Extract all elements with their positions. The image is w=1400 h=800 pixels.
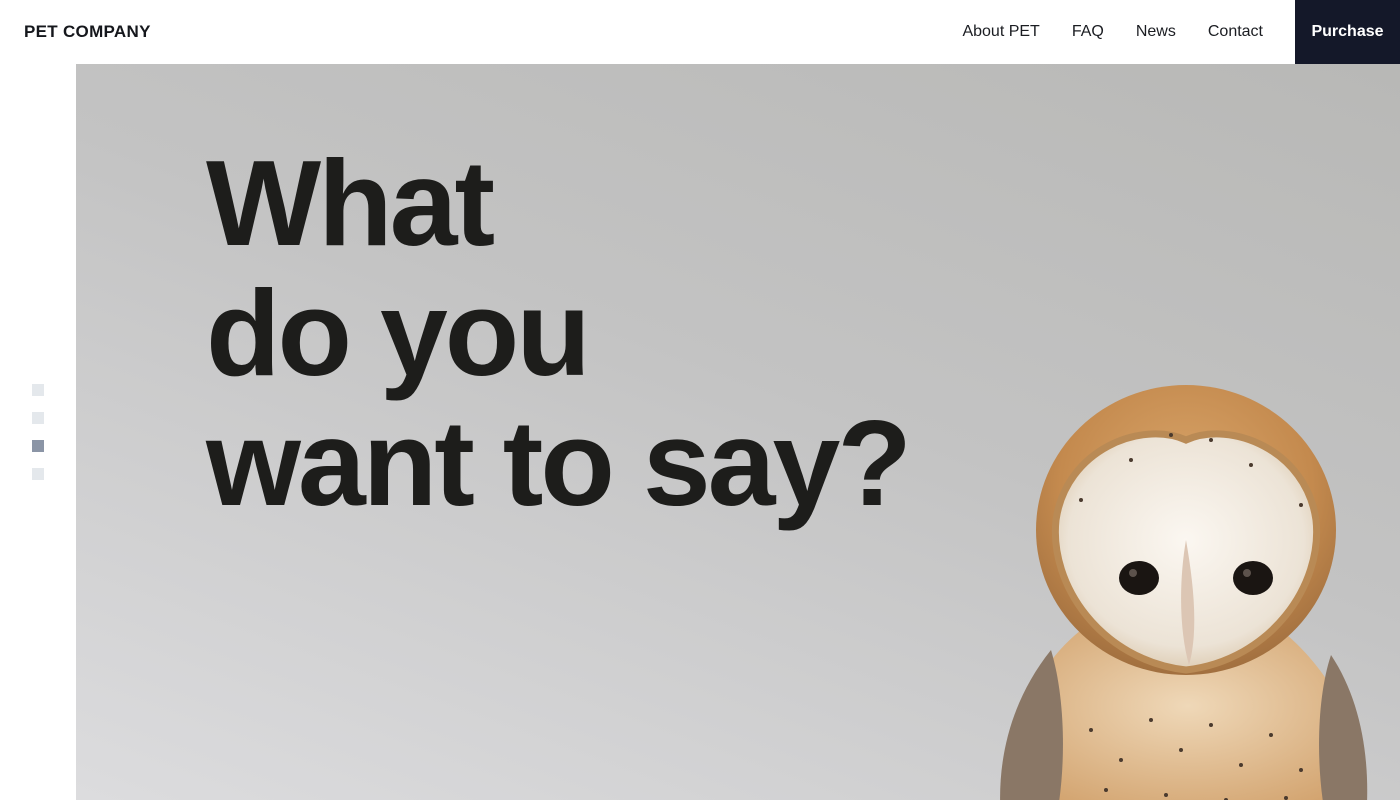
slide-dot-1[interactable] [32,384,44,396]
purchase-button[interactable]: Purchase [1295,0,1400,64]
site-header: PET COMPANY About PET FAQ News Contact P… [0,0,1400,64]
headline-line-3: want to say? [206,395,912,531]
owl-image [1000,385,1368,800]
slide-dot-2[interactable] [32,412,44,424]
slide-indicator [32,384,44,496]
nav-link-news[interactable]: News [1136,23,1176,41]
main-nav: About PET FAQ News Contact [930,0,1263,64]
company-logo[interactable]: PET COMPANY [24,22,151,42]
hero-headline: What do you want to say? [206,135,912,531]
headline-line-2: do you [206,265,591,401]
hero-section: What do you want to say? [76,64,1400,800]
nav-link-about[interactable]: About PET [962,23,1039,41]
nav-link-contact[interactable]: Contact [1208,23,1263,41]
headline-line-1: What [206,135,495,271]
slide-dot-4[interactable] [32,468,44,480]
nav-link-faq[interactable]: FAQ [1072,23,1104,41]
slide-dot-3[interactable] [32,440,44,452]
